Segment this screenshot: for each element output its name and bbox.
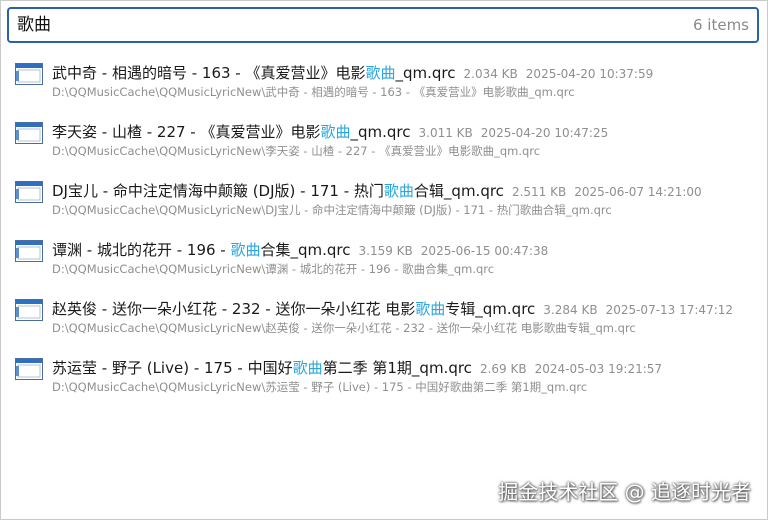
result-date: 2025-04-20 10:37:59 (525, 67, 654, 81)
result-name-match: 歌曲 (292, 359, 323, 377)
result-path: D:\QQMusicCache\QQMusicLyricNew\李天姿 - 山楂… (52, 144, 541, 158)
result-name-suffix: 合集_qm.qrc (260, 241, 351, 259)
result-name: DJ宝儿 - 命中注定情海中颠簸 (DJ版) - 171 - 热门 (52, 182, 384, 200)
result-title: 武中奇 - 相遇的暗号 - 163 - 《真爱营业》电影歌曲_qm.qrc 2.0… (52, 63, 653, 84)
result-item[interactable]: 谭渊 - 城北的花开 - 196 - 歌曲合集_qm.qrc 3.159 KB 20… (1, 230, 767, 289)
result-path: D:\QQMusicCache\QQMusicLyricNew\武中奇 - 相遇… (52, 85, 575, 99)
result-name: 苏运莹 - 野子 (Live) - 175 - 中国好 (52, 359, 293, 377)
result-name: 武中奇 - 相遇的暗号 - 163 - 《真爱营业》电影 (52, 64, 366, 82)
result-path: D:\QQMusicCache\QQMusicLyricNew\赵英俊 - 送你… (52, 321, 636, 335)
document-window-icon (15, 63, 43, 85)
result-size: 3.284 KB (543, 303, 598, 317)
result-title: DJ宝儿 - 命中注定情海中颠簸 (DJ版) - 171 - 热门歌曲合辑_qm… (52, 181, 702, 202)
result-name: 赵英俊 - 送你一朵小红花 - 232 - 送你一朵小红花 电影 (52, 300, 416, 318)
result-name-suffix: _qm.qrc (350, 123, 411, 141)
watermark: 掘金技术社区 @ 追逐时光者 (498, 480, 751, 504)
result-path: D:\QQMusicCache\QQMusicLyricNew\DJ宝儿 - 命… (52, 203, 612, 217)
result-date: 2024-05-03 19:21:57 (534, 362, 663, 376)
result-title: 赵英俊 - 送你一朵小红花 - 232 - 送你一朵小红花 电影歌曲专辑_qm.… (52, 299, 733, 320)
result-name-match: 歌曲 (365, 64, 396, 82)
result-date: 2025-04-20 10:47:25 (480, 126, 609, 140)
result-title: 苏运莹 - 野子 (Live) - 175 - 中国好歌曲第二季 第1期_qm.… (52, 358, 662, 379)
result-name-suffix: 第二季 第1期_qm.qrc (322, 359, 472, 377)
result-title: 李天姿 - 山楂 - 227 - 《真爱营业》电影歌曲_qm.qrc 3.011 … (52, 122, 608, 143)
result-date: 2025-06-07 14:21:00 (574, 185, 702, 199)
result-date: 2025-06-15 00:47:38 (420, 244, 549, 258)
result-path: D:\QQMusicCache\QQMusicLyricNew\苏运莹 - 野子… (52, 380, 588, 394)
result-name-suffix: 专辑_qm.qrc (445, 300, 536, 318)
result-path: D:\QQMusicCache\QQMusicLyricNew\谭渊 - 城北的… (52, 262, 495, 276)
document-window-icon (15, 299, 43, 321)
result-item[interactable]: 李天姿 - 山楂 - 227 - 《真爱营业》电影歌曲_qm.qrc 3.011 … (1, 112, 767, 171)
result-title: 谭渊 - 城北的花开 - 196 - 歌曲合集_qm.qrc 3.159 KB 20… (52, 240, 548, 261)
result-size: 2.034 KB (463, 67, 518, 81)
result-size: 2.69 KB (479, 362, 527, 376)
result-item[interactable]: 赵英俊 - 送你一朵小红花 - 232 - 送你一朵小红花 电影歌曲专辑_qm.… (1, 289, 767, 348)
result-name: 李天姿 - 山楂 - 227 - 《真爱营业》电影 (52, 123, 321, 141)
results-list: 武中奇 - 相遇的暗号 - 163 - 《真爱营业》电影歌曲_qm.qrc 2.0… (1, 53, 767, 407)
search-window: 6 items 武中奇 - 相遇的暗号 - 163 - 《真爱营业》电影歌曲_q… (0, 0, 768, 520)
search-input[interactable] (17, 9, 577, 41)
result-name-match: 歌曲 (320, 123, 351, 141)
document-window-icon (15, 358, 43, 380)
search-box[interactable]: 6 items (7, 7, 759, 43)
result-size: 3.011 KB (418, 126, 473, 140)
document-window-icon (15, 181, 43, 203)
result-item[interactable]: 武中奇 - 相遇的暗号 - 163 - 《真爱营业》电影歌曲_qm.qrc 2.0… (1, 53, 767, 112)
result-name-match: 歌曲 (230, 241, 261, 259)
result-size: 3.159 KB (358, 244, 413, 258)
result-name: 谭渊 - 城北的花开 - 196 - (52, 241, 231, 259)
result-name-suffix: _qm.qrc (395, 64, 456, 82)
result-name-match: 歌曲 (415, 300, 446, 318)
result-name-suffix: 合辑_qm.qrc (413, 182, 504, 200)
result-date: 2025-07-13 17:47:12 (605, 303, 734, 317)
result-size: 2.511 KB (511, 185, 567, 199)
result-name-match: 歌曲 (383, 182, 414, 200)
result-count: 6 items (692, 16, 749, 34)
result-item[interactable]: 苏运莹 - 野子 (Live) - 175 - 中国好歌曲第二季 第1期_qm.… (1, 348, 767, 407)
document-window-icon (15, 240, 43, 262)
result-item[interactable]: DJ宝儿 - 命中注定情海中颠簸 (DJ版) - 171 - 热门歌曲合辑_qm… (1, 171, 767, 230)
document-window-icon (15, 122, 43, 144)
